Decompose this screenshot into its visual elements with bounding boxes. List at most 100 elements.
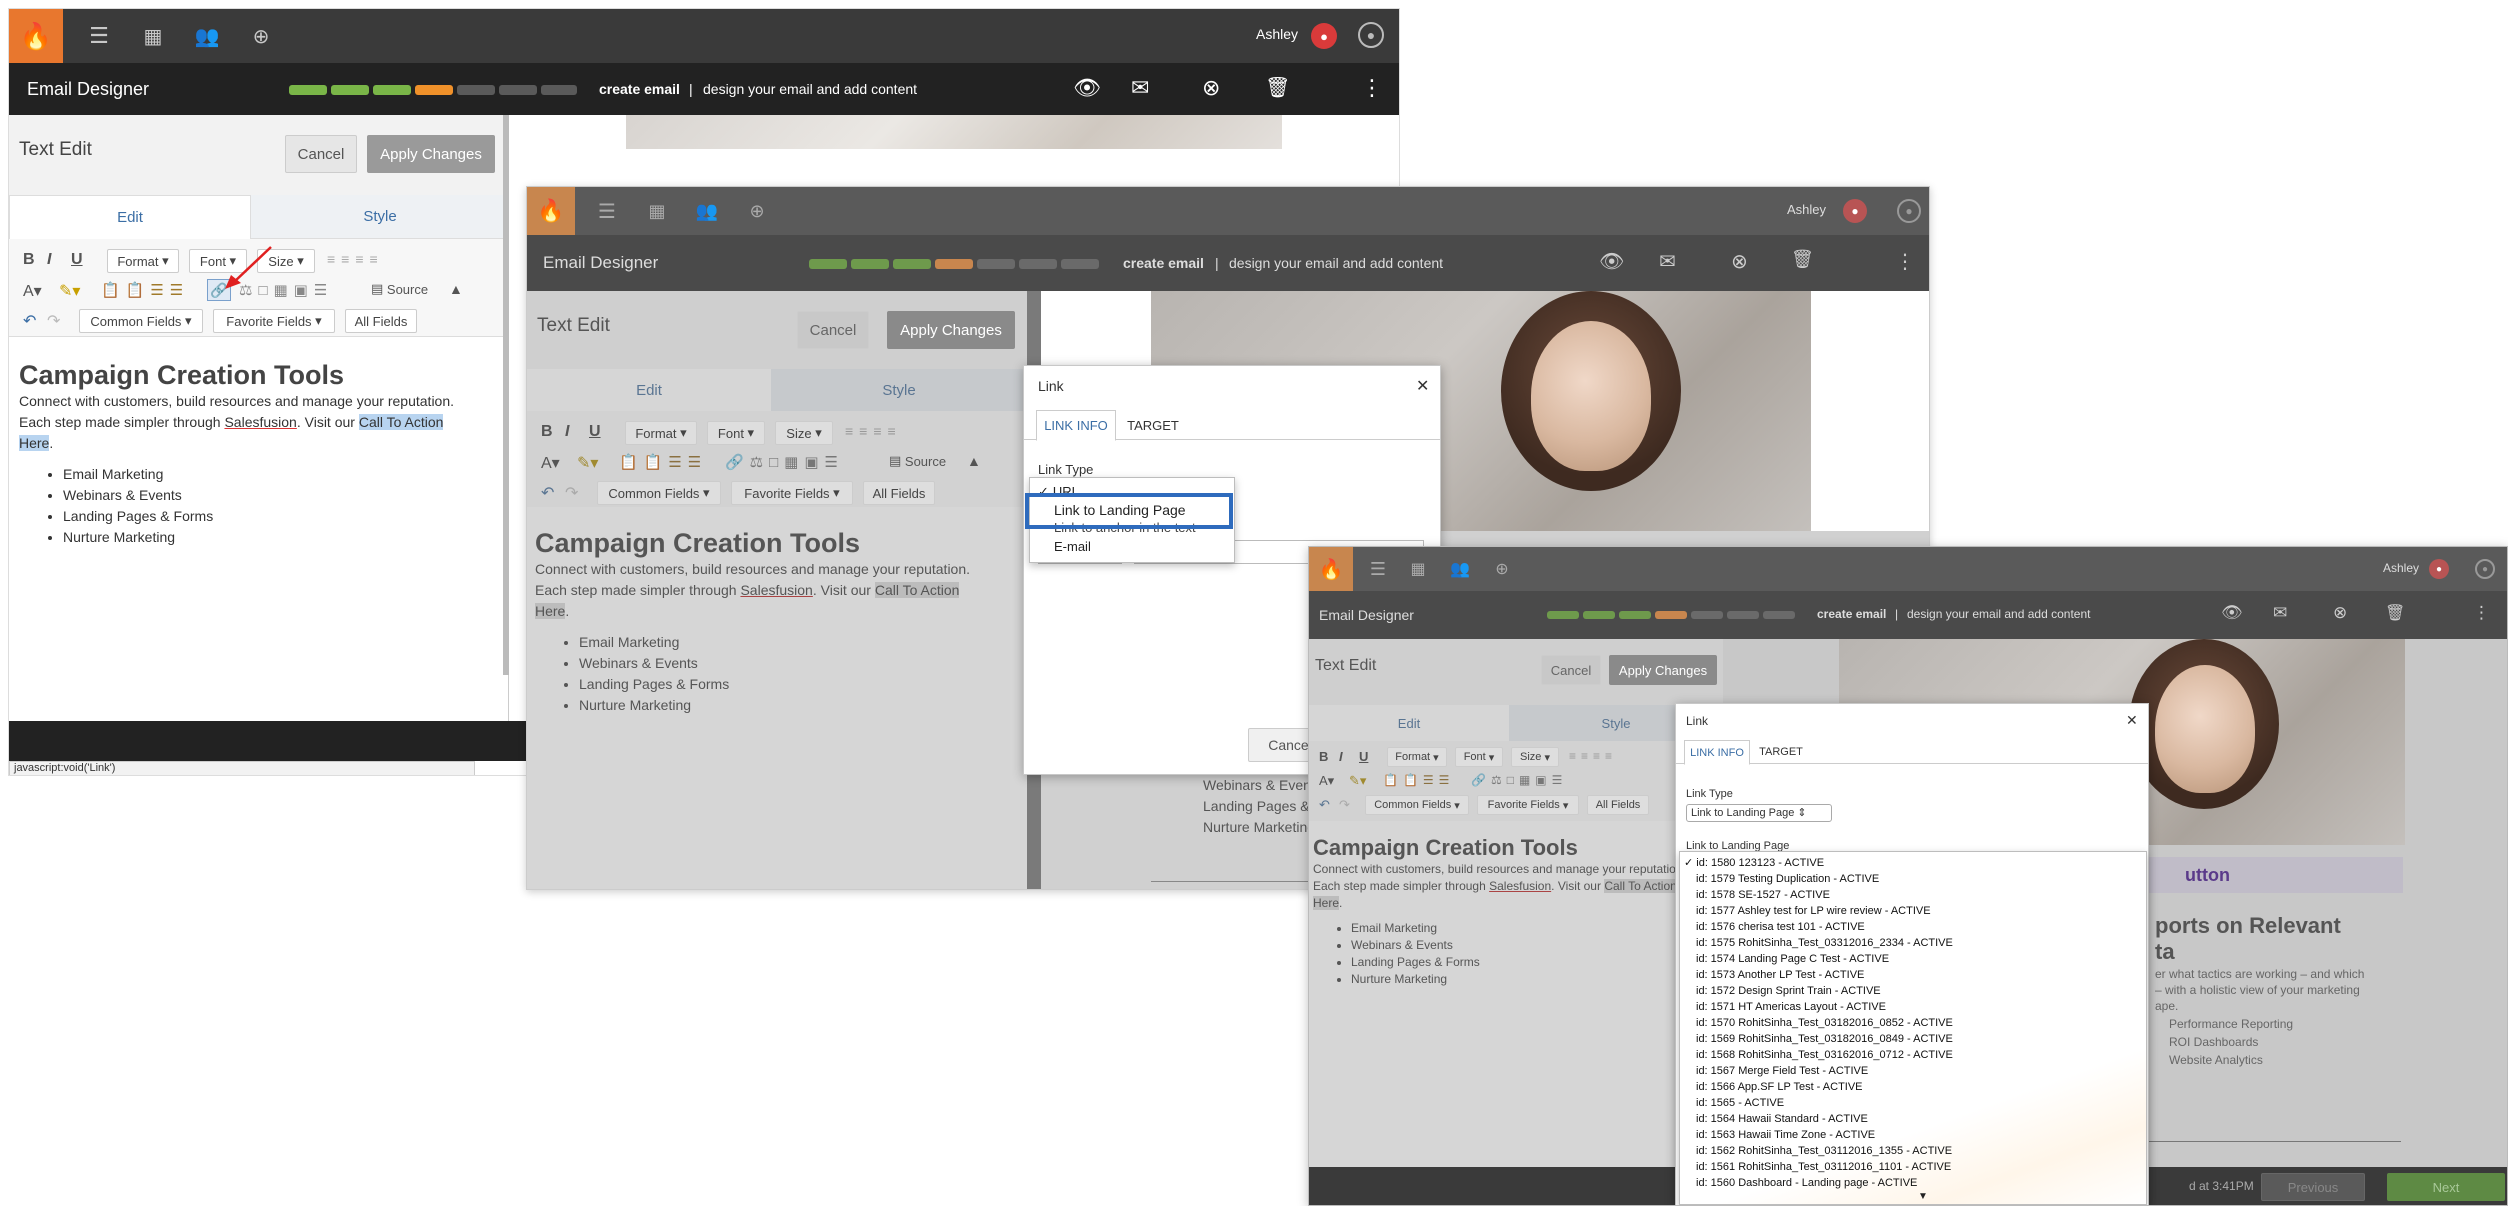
apply-changes-button[interactable]: Apply Changes xyxy=(367,135,495,173)
list-item[interactable]: id: 1574 Landing Page C Test - ACTIVE xyxy=(1680,951,2146,967)
flame-icon[interactable]: 🔥 xyxy=(1309,547,1353,591)
more-icon[interactable]: ⋮ xyxy=(1361,75,1383,101)
list-item[interactable]: id: 1567 Merge Field Test - ACTIVE xyxy=(1680,1063,2146,1079)
list-item[interactable]: id: 1572 Design Sprint Train - ACTIVE xyxy=(1680,983,2146,999)
list-item[interactable]: ✓ id: 1580 123123 - ACTIVE xyxy=(1680,855,2146,871)
size-dropdown[interactable]: Size ▾ xyxy=(1511,747,1559,767)
search-icon[interactable]: ⊕ xyxy=(241,9,281,63)
list-item[interactable]: id: 1577 Ashley test for LP wire review … xyxy=(1680,903,2146,919)
contacts-icon[interactable]: 👥 xyxy=(187,9,227,63)
list-item[interactable]: id: 1568 RohitSinha_Test_03162016_0712 -… xyxy=(1680,1047,2146,1063)
trash-icon[interactable]: 🗑 xyxy=(2385,603,2405,623)
favorite-fields-dropdown[interactable]: Favorite Fields ▾ xyxy=(731,481,853,505)
selected-link-text[interactable]: Call To Action xyxy=(874,582,960,598)
more-icon[interactable]: ⋮ xyxy=(2473,603,2490,623)
cancel-button[interactable]: Cancel xyxy=(285,135,357,173)
contacts-icon[interactable]: 👥 xyxy=(1445,547,1475,591)
list-item[interactable]: id: 1562 RohitSinha_Test_03112016_1355 -… xyxy=(1680,1143,2146,1159)
menu-icon[interactable]: ☰ xyxy=(589,187,625,235)
scroll-down-icon[interactable]: ▼ xyxy=(1918,1191,1928,1202)
insert-icons[interactable]: 🔗⚖□▦▣☰ xyxy=(725,453,844,471)
paste-icons[interactable]: 📋📋☰☰ xyxy=(101,281,189,299)
user-name[interactable]: Ashley xyxy=(1787,202,1826,217)
italic-icon[interactable]: I xyxy=(1339,749,1343,764)
bold-icon[interactable]: B xyxy=(23,251,35,269)
list-item[interactable]: id: 1561 RohitSinha_Test_03112016_1101 -… xyxy=(1680,1159,2146,1175)
tab-edit[interactable]: Edit xyxy=(527,369,771,411)
tab-edit[interactable]: Edit xyxy=(9,195,251,239)
selected-link-text-2[interactable]: Here xyxy=(19,435,50,451)
selected-link-text-2[interactable]: Here xyxy=(535,603,566,619)
list-item[interactable]: id: 1563 Hawaii Time Zone - ACTIVE xyxy=(1680,1127,2146,1143)
font-dropdown[interactable]: Font ▾ xyxy=(707,421,765,445)
tab-style[interactable]: Style xyxy=(771,369,1027,411)
bold-icon[interactable]: B xyxy=(541,423,553,441)
all-fields-button[interactable]: All Fields xyxy=(345,309,417,333)
next-button[interactable]: Next xyxy=(2387,1173,2505,1201)
redo-icon[interactable]: ↷ xyxy=(565,483,578,503)
special-icon[interactable]: ▲ xyxy=(449,281,463,297)
search-icon[interactable]: ⊕ xyxy=(1487,547,1517,591)
favorite-fields-dropdown[interactable]: Favorite Fields ▾ xyxy=(213,309,335,333)
dashboard-icon[interactable]: ▦ xyxy=(1403,547,1433,591)
font-dropdown[interactable]: Font ▾ xyxy=(1455,747,1503,767)
tab-target[interactable]: TARGET xyxy=(1118,410,1188,440)
highlight-icon[interactable]: ✎▾ xyxy=(59,281,80,301)
format-dropdown[interactable]: Format ▾ xyxy=(1387,747,1447,767)
menu-icon[interactable]: ☰ xyxy=(1363,547,1393,591)
preview-icon[interactable]: 👁 xyxy=(2221,603,2243,623)
underline-icon[interactable]: U xyxy=(71,251,83,269)
notification-icon[interactable]: ● xyxy=(1311,23,1337,49)
list-item[interactable]: id: 1565 - ACTIVE xyxy=(1680,1095,2146,1111)
cancel-button[interactable]: Cancel xyxy=(1541,655,1601,685)
editor-content[interactable]: Campaign Creation Tools Connect with cus… xyxy=(19,359,503,548)
underline-icon[interactable]: U xyxy=(589,423,601,441)
selected-link-text-2[interactable]: Here xyxy=(1313,896,1340,910)
tab-target[interactable]: TARGET xyxy=(1752,740,1810,764)
text-color-icon[interactable]: A▾ xyxy=(541,453,560,473)
list-item[interactable]: id: 1570 RohitSinha_Test_03182016_0852 -… xyxy=(1680,1015,2146,1031)
mail-icon[interactable]: ✉ xyxy=(1131,75,1149,101)
tab-link-info[interactable]: LINK INFO xyxy=(1684,740,1750,765)
notification-icon[interactable]: ● xyxy=(1843,199,1867,223)
all-fields-button[interactable]: All Fields xyxy=(863,481,935,505)
source-button[interactable]: ▤ Source xyxy=(371,281,428,297)
user-name[interactable]: Ashley xyxy=(1256,26,1298,42)
tab-edit[interactable]: Edit xyxy=(1309,705,1509,741)
insert-icons[interactable]: 🔗⚖□▦▣☰ xyxy=(1471,773,1567,787)
list-item[interactable]: id: 1569 RohitSinha_Test_03182016_0849 -… xyxy=(1680,1031,2146,1047)
paste-icons[interactable]: 📋📋☰☰ xyxy=(1383,773,1454,787)
common-fields-dropdown[interactable]: Common Fields ▾ xyxy=(1365,795,1469,815)
avatar-icon[interactable]: ● xyxy=(2475,559,2495,579)
common-fields-dropdown[interactable]: Common Fields ▾ xyxy=(597,481,721,505)
format-dropdown[interactable]: Format ▾ xyxy=(625,421,697,445)
contacts-icon[interactable]: 👥 xyxy=(689,187,725,235)
dashboard-icon[interactable]: ▦ xyxy=(639,187,675,235)
align-icons[interactable]: ≡≡≡≡ xyxy=(1569,749,1617,763)
trash-icon[interactable]: 🗑 xyxy=(1265,75,1290,100)
preview-icon[interactable]: 👁 xyxy=(1073,75,1101,101)
link-type-select[interactable]: Link to Landing Page ⇕ xyxy=(1686,804,1832,822)
size-dropdown[interactable]: Size ▾ xyxy=(775,421,833,445)
previous-button[interactable]: Previous xyxy=(2261,1173,2365,1201)
format-dropdown[interactable]: Format ▾ xyxy=(107,249,179,273)
user-name[interactable]: Ashley xyxy=(2383,561,2419,575)
all-fields-button[interactable]: All Fields xyxy=(1587,795,1649,815)
list-item[interactable]: id: 1564 Hawaii Standard - ACTIVE xyxy=(1680,1111,2146,1127)
list-item[interactable]: id: 1579 Testing Duplication - ACTIVE xyxy=(1680,871,2146,887)
mail-icon[interactable]: ✉ xyxy=(2273,603,2287,623)
align-icons[interactable]: ≡≡≡≡ xyxy=(845,423,902,439)
notification-icon[interactable]: ● xyxy=(2429,559,2449,579)
avatar-icon[interactable]: ● xyxy=(1358,22,1384,48)
highlight-icon[interactable]: ✎▾ xyxy=(577,453,598,473)
favorite-fields-dropdown[interactable]: Favorite Fields ▾ xyxy=(1477,795,1579,815)
cancel-button[interactable]: Cancel xyxy=(797,311,869,349)
common-fields-dropdown[interactable]: Common Fields ▾ xyxy=(79,309,203,333)
list-item[interactable]: id: 1573 Another LP Test - ACTIVE xyxy=(1680,967,2146,983)
mail-icon[interactable]: ✉ xyxy=(1659,249,1676,274)
close-circle-icon[interactable]: ⊗ xyxy=(1202,75,1220,101)
redo-icon[interactable]: ↷ xyxy=(1339,797,1350,813)
special-icon[interactable]: ▲ xyxy=(967,453,981,469)
menu-icon[interactable]: ☰ xyxy=(79,9,119,63)
text-color-icon[interactable]: A▾ xyxy=(23,281,42,301)
